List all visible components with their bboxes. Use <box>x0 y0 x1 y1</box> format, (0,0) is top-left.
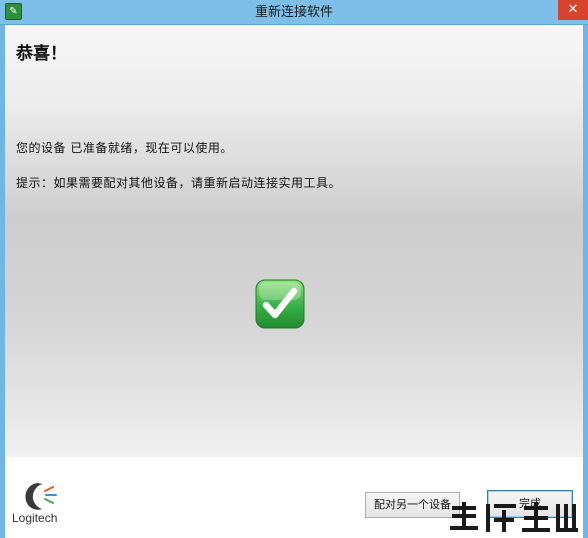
hint-message: 提示：如果需要配对其他设备，请重新启动连接实用工具。 <box>16 176 342 190</box>
page-title: 恭喜！ <box>16 44 67 64</box>
content-panel: 恭喜！ 您的设备 已准备就绪，现在可以使用。 提示：如果需要配对其他设备，请重新… <box>5 25 583 457</box>
ready-message: 您的设备 已准备就绪，现在可以使用。 <box>16 141 233 155</box>
check-icon <box>255 279 305 329</box>
title-bar[interactable]: ✎ 重新连接软件 ✕ <box>0 0 588 25</box>
logitech-logo-icon <box>25 483 57 510</box>
window-title: 重新连接软件 <box>254 5 333 20</box>
watermark-logo-icon <box>450 502 578 532</box>
close-button[interactable]: ✕ <box>558 0 588 20</box>
dialog-window: ✎ 重新连接软件 ✕ 恭喜！ 您的设备 已准备就绪，现在可以使用。 提示：如果需… <box>0 0 588 538</box>
logo-text: Logitech <box>12 511 58 525</box>
